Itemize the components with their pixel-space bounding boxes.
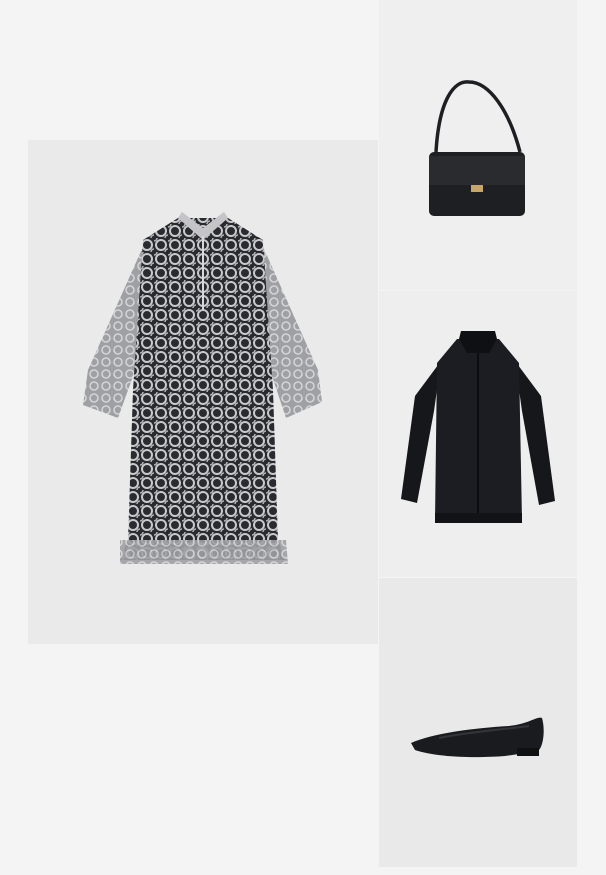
lace-dress-image: [83, 212, 322, 564]
product-tile-jacket[interactable]: [379, 291, 577, 577]
product-tile-shoes[interactable]: [379, 578, 577, 867]
product-tile-dress[interactable]: [28, 140, 378, 644]
bomber-jacket-image: [401, 331, 555, 523]
bag-clasp: [471, 185, 483, 192]
shoulder-bag-image: [429, 80, 525, 216]
outfit-collage: { "outfit": { "items": [ {"id": "dress",…: [0, 0, 606, 875]
ballet-flats-image: [411, 717, 544, 758]
product-tile-bag[interactable]: [379, 0, 577, 290]
